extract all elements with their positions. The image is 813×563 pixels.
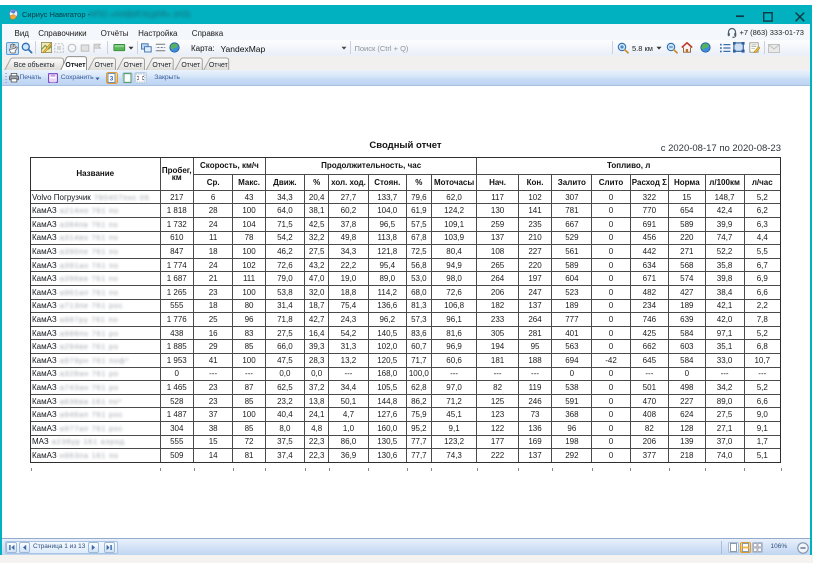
svg-text:Отчет: Отчет — [65, 62, 86, 69]
svg-text:Отчет: Отчет — [209, 62, 229, 69]
svg-text:Отчет: Отчет — [181, 62, 201, 69]
svg-text:Отчет: Отчет — [152, 62, 172, 69]
svg-text:Все объекты: Все объекты — [14, 61, 55, 69]
svg-text:Отчет: Отчет — [124, 62, 144, 69]
svg-text:Отчет: Отчет — [95, 62, 115, 69]
